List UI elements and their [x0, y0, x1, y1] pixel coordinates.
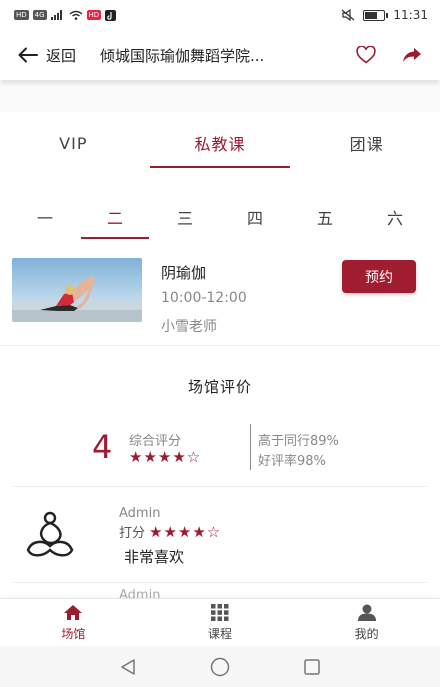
- wifi-icon: [69, 10, 82, 20]
- hd-call-indicator: HD: [86, 10, 102, 20]
- divider: [12, 486, 428, 487]
- lotus-avatar: [22, 510, 78, 560]
- nav-actions: [356, 46, 422, 64]
- heart-icon[interactable]: [356, 46, 376, 64]
- review-item: Admin 打分 ★★★★☆ 非常喜欢: [0, 500, 440, 578]
- rating-stars: ★★★★☆: [149, 522, 222, 541]
- score-summary: 4 综合评分 ★★★★☆ 高于同行89% 好评率98%: [0, 424, 440, 472]
- bottom-nav-label: 课程: [208, 626, 233, 641]
- reviewer-name: Admin: [119, 506, 161, 521]
- share-icon[interactable]: [402, 47, 422, 63]
- day-thursday[interactable]: 四: [220, 195, 290, 239]
- tab-vip[interactable]: VIP: [0, 118, 147, 168]
- reviewer-rating: 打分 ★★★★☆: [119, 522, 222, 542]
- positive-rate-stat: 好评率98%: [258, 454, 326, 469]
- course-time: 10:00-12:00: [161, 290, 247, 306]
- overall-score: 4: [92, 428, 113, 466]
- divider: [12, 582, 428, 583]
- overall-score-label: 综合评分: [129, 434, 182, 449]
- tab-private-class[interactable]: 私教课: [147, 118, 294, 168]
- user-icon: [357, 604, 376, 621]
- bottom-nav: 场馆 课程 我的: [0, 598, 440, 646]
- status-right: 11:31: [341, 8, 428, 22]
- back-button[interactable]: 返回: [18, 45, 76, 66]
- spacer-band: [0, 82, 440, 112]
- day-monday[interactable]: 一: [10, 195, 80, 239]
- page-title: 倾城国际瑜伽舞蹈学院...: [100, 46, 265, 65]
- status-bar: HD 4G HD 11:31: [0, 0, 440, 30]
- course-name: 阴瑜伽: [161, 264, 207, 282]
- tab-group-class[interactable]: 团课: [293, 118, 440, 168]
- course-teacher: 小雪老师: [161, 319, 217, 335]
- recents-square-icon[interactable]: [303, 658, 321, 676]
- day-friday[interactable]: 五: [290, 195, 360, 239]
- bottom-nav-venue[interactable]: 场馆: [0, 599, 147, 646]
- grid-icon: [211, 603, 229, 621]
- day-wednesday[interactable]: 三: [150, 195, 220, 239]
- status-left: HD 4G HD: [14, 9, 117, 21]
- course-image: [12, 258, 142, 322]
- overall-rating-stars: ★★★★☆: [129, 448, 202, 466]
- system-nav-bar: [0, 646, 440, 687]
- nav-bar: 返回 倾城国际瑜伽舞蹈学院...: [0, 30, 440, 80]
- bottom-nav-label: 我的: [354, 626, 379, 641]
- clock: 11:31: [393, 8, 428, 22]
- battery-icon: [363, 9, 389, 21]
- book-button[interactable]: 预约: [342, 260, 416, 293]
- weekday-selector: 一 二 三 四 五 六: [10, 195, 430, 239]
- back-label: 返回: [46, 46, 77, 65]
- home-circle-icon[interactable]: [209, 656, 231, 678]
- day-saturday[interactable]: 六: [360, 195, 430, 239]
- network-type-indicator: 4G: [32, 10, 47, 20]
- bottom-nav-mine[interactable]: 我的: [293, 599, 440, 646]
- course-type-tabs: VIP 私教课 团课: [0, 118, 440, 168]
- bottom-nav-label: 场馆: [61, 626, 86, 641]
- divider: [250, 424, 251, 470]
- back-triangle-icon[interactable]: [119, 658, 137, 676]
- review-text: 非常喜欢: [124, 548, 185, 566]
- tiktok-icon: [105, 9, 117, 21]
- hd-indicator: HD: [14, 10, 29, 20]
- home-icon: [64, 604, 83, 620]
- rating-label: 打分: [119, 526, 146, 541]
- signal-icon: [50, 10, 62, 20]
- course-card[interactable]: 阴瑜伽 10:00-12:00 小雪老师 预约: [0, 250, 440, 346]
- bottom-nav-courses[interactable]: 课程: [147, 599, 294, 646]
- day-tuesday[interactable]: 二: [80, 195, 150, 239]
- mute-icon: [342, 9, 355, 21]
- arrow-left-icon: [18, 47, 38, 63]
- reviews-heading: 场馆评价: [187, 378, 252, 396]
- higher-than-peers-stat: 高于同行89%: [258, 434, 339, 449]
